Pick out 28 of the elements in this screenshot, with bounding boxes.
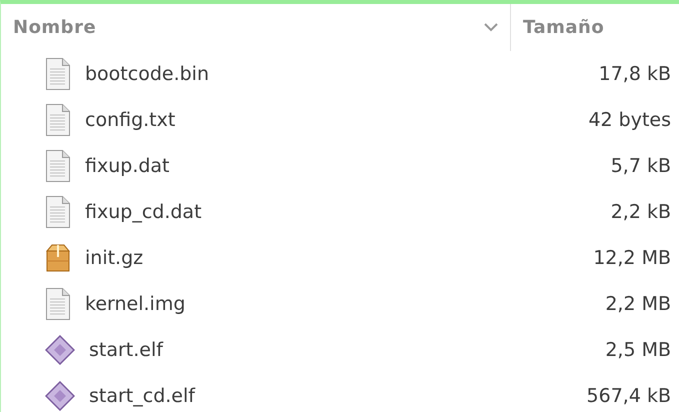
document-icon	[45, 57, 71, 91]
document-icon	[45, 103, 71, 137]
file-size: 42 bytes	[588, 109, 672, 131]
file-name[interactable]: init.gz	[85, 247, 144, 269]
file-size: 5,7 kB	[610, 155, 672, 177]
file-size: 17,8 kB	[598, 63, 672, 85]
file-size: 2,2 kB	[610, 201, 672, 223]
column-header[interactable]: Tamaño	[510, 4, 679, 51]
file-size: 2,5 MB	[605, 339, 672, 361]
column-label: Tamaño	[523, 17, 604, 38]
column-header[interactable]: Nombre	[1, 4, 510, 51]
file-size: 2,2 MB	[605, 293, 672, 315]
file-name[interactable]: start_cd.elf	[89, 385, 195, 407]
file-size: 12,2 MB	[593, 247, 672, 269]
file-name[interactable]: fixup.dat	[85, 155, 170, 177]
diamond-icon	[45, 335, 75, 365]
file-size: 567,4 kB	[586, 385, 672, 407]
package-icon	[45, 243, 71, 273]
document-icon	[45, 149, 71, 183]
diamond-icon	[45, 381, 75, 411]
file-name[interactable]: bootcode.bin	[85, 63, 210, 85]
file-name[interactable]: kernel.img	[85, 293, 186, 315]
document-icon	[45, 287, 71, 321]
file-name[interactable]: config.txt	[85, 109, 176, 131]
file-name[interactable]: start.elf	[89, 339, 163, 361]
document-icon	[45, 195, 71, 229]
column-label: Nombre	[13, 17, 96, 38]
file-name[interactable]: fixup_cd.dat	[85, 201, 202, 223]
